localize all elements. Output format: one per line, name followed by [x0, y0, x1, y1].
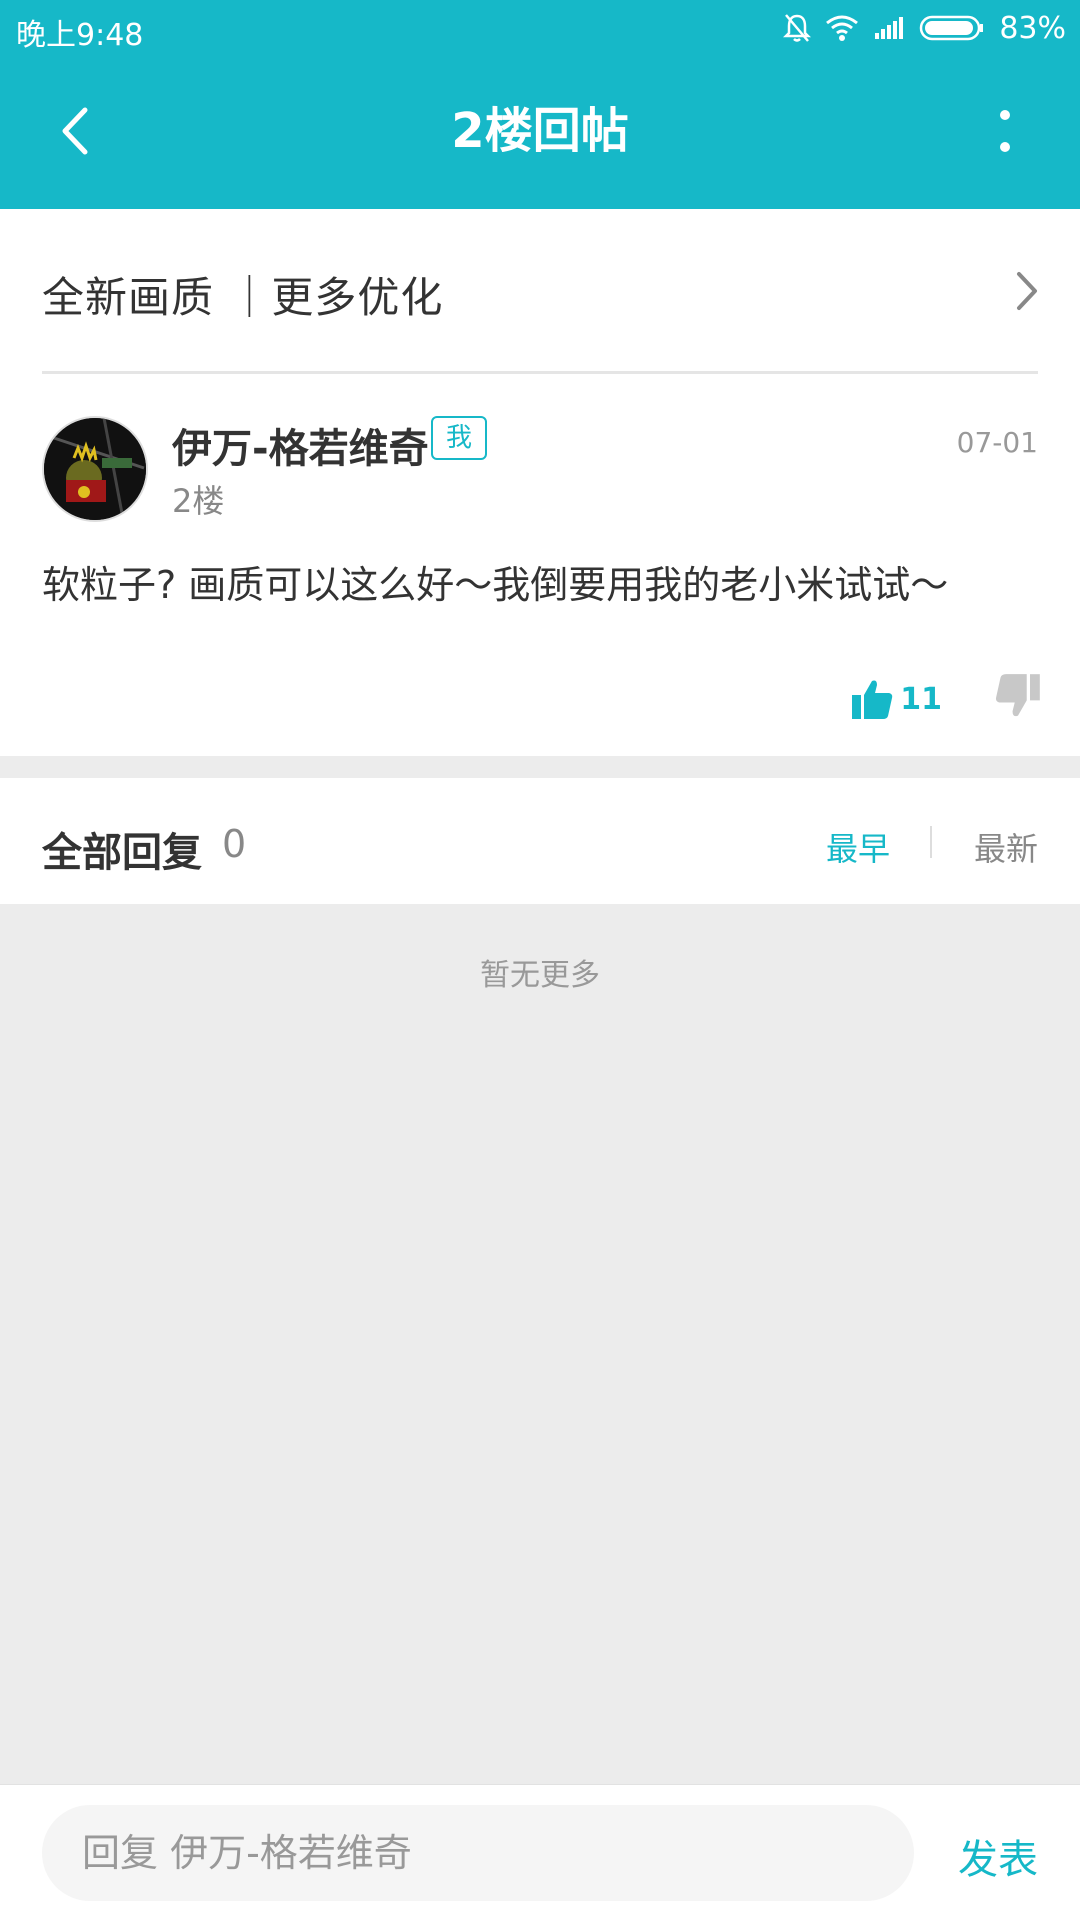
replies-header: 全部回复 0 最早 最新 [0, 778, 1080, 904]
like-button[interactable]: 11 [850, 674, 942, 724]
status-bar: 晚上9:48 83% [0, 0, 1080, 56]
send-button[interactable]: 发表 [958, 1827, 1038, 1885]
floor-label: 2楼 [172, 482, 225, 520]
wifi-icon [826, 15, 859, 41]
post-content: 软粒子? 画质可以这么好～我倒要用我的老小米试试～ [42, 563, 949, 607]
battery-percent: 83% [999, 10, 1066, 46]
post-date: 07-01 [956, 426, 1038, 459]
dislike-button[interactable] [994, 672, 1048, 726]
status-icons: 83% [783, 8, 1066, 48]
thumbs-down-icon [995, 674, 1040, 717]
page-title: 2楼回帖 [451, 103, 629, 159]
post-card: 伊万-格若维奇 我 2楼 07-01 软粒子? 画质可以这么好～我倒要用我的老小… [0, 374, 1080, 756]
status-time: 晚上9:48 [16, 18, 144, 53]
signal-icon [875, 17, 904, 39]
thumbs-up-icon [852, 680, 893, 719]
empty-message: 暂无更多 [480, 958, 600, 993]
replies-title: 全部回复 [42, 830, 202, 876]
like-count: 11 [900, 681, 942, 717]
author-name[interactable]: 伊万-格若维奇 [172, 416, 429, 474]
promo-text: 全新画质 ｜更多优化 [42, 273, 444, 322]
avatar[interactable] [42, 416, 148, 522]
sort-latest-tab[interactable]: 最新 [974, 824, 1038, 870]
promo-banner[interactable]: 全新画质 ｜更多优化 [0, 209, 1080, 374]
reply-bar: 发表 [0, 1784, 1080, 1920]
battery-icon [920, 15, 984, 41]
app-bar: 2楼回帖 [0, 56, 1080, 209]
avatar-image [44, 418, 146, 520]
replies-count: 0 [222, 822, 247, 866]
reply-input[interactable] [42, 1805, 914, 1901]
replies-list: 暂无更多 [0, 904, 1080, 1784]
sort-divider [930, 826, 932, 858]
mute-icon [783, 14, 812, 42]
chevron-right-icon [1017, 272, 1037, 310]
me-badge: 我 [431, 416, 487, 460]
sort-earliest-tab[interactable]: 最早 [826, 824, 890, 870]
more-button[interactable] [960, 86, 1050, 176]
more-vertical-icon [1000, 110, 1010, 152]
